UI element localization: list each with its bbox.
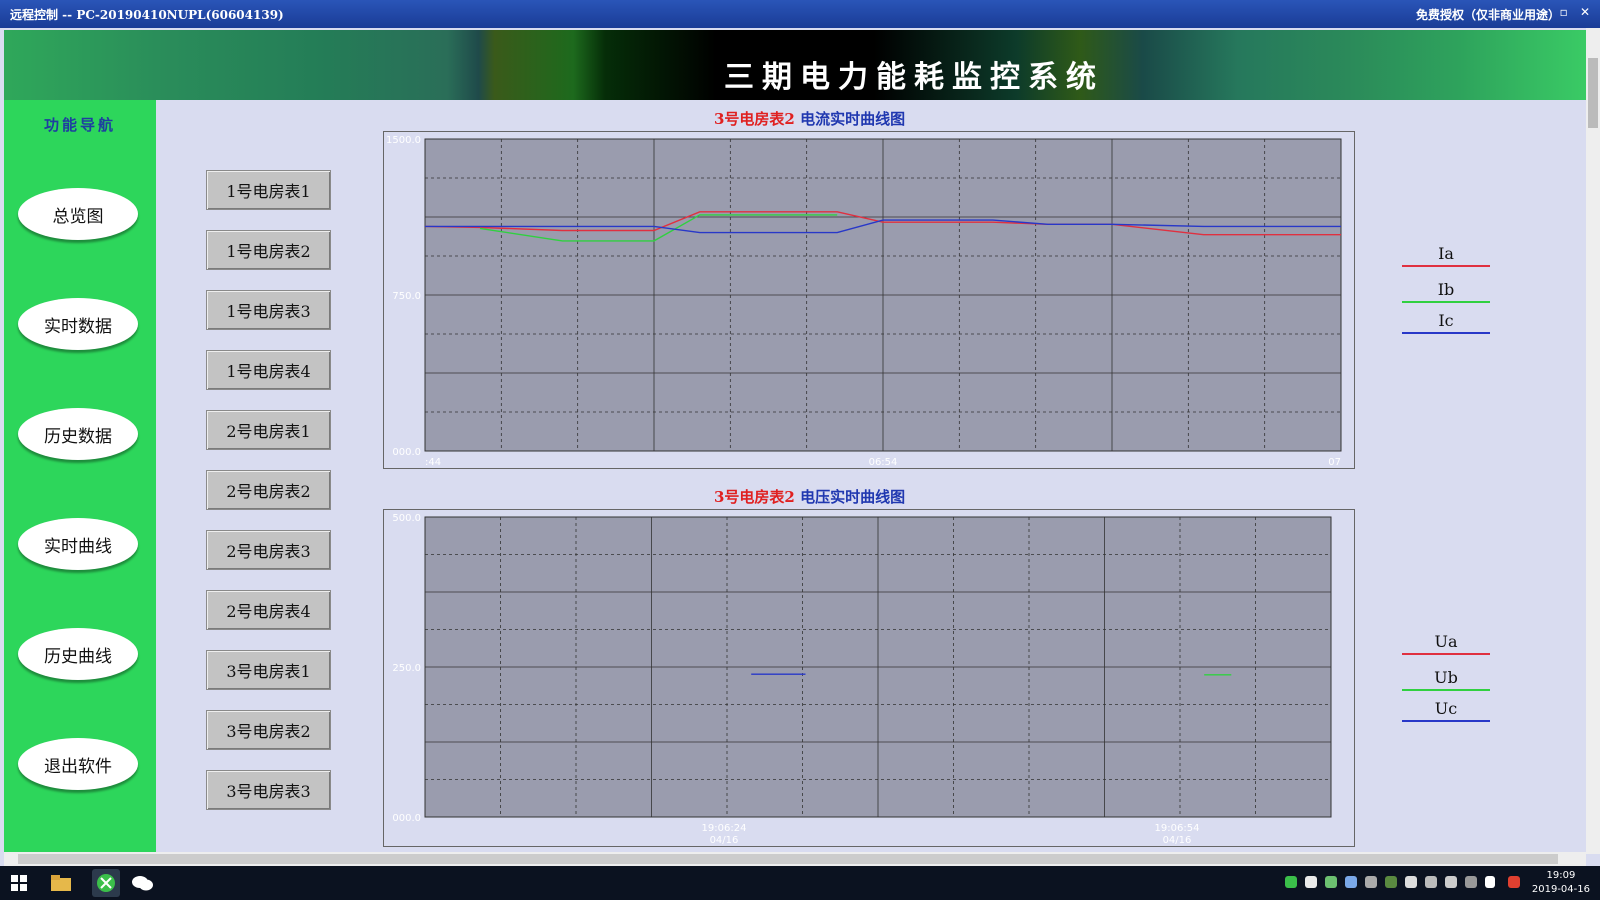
voltage-chart-title: 3号电房表2 电压实时曲线图 (714, 486, 905, 507)
y-tick-label: 750.0 (392, 291, 421, 302)
nav-sidebar: 功能导航 总览图 实时数据 历史数据 实时曲线 历史曲线 退出软件 (4, 100, 156, 852)
legend-ia-label: Ia (1438, 244, 1454, 263)
x-tick-label: 06:54 (869, 457, 898, 468)
legend-ua: Ua (1402, 632, 1490, 655)
vertical-scrollbar[interactable] (1586, 28, 1600, 854)
nav-realtime-data-button[interactable]: 实时数据 (18, 298, 138, 350)
tray-keyboard-icon[interactable] (1445, 876, 1457, 888)
legend-ic: Ic (1402, 311, 1490, 334)
x-tick-label: 04/16 (710, 835, 739, 846)
y-tick-label: 000.0 (392, 447, 421, 458)
nav-overview-button[interactable]: 总览图 (18, 188, 138, 240)
y-tick-label: 500.0 (392, 513, 421, 524)
nav-history-curve-button[interactable]: 历史曲线 (18, 628, 138, 680)
voltage-chart-title-meter: 3号电房表2 (714, 488, 795, 506)
legend-ua-label: Ua (1434, 632, 1458, 651)
x-tick-label: 07 (1328, 457, 1341, 468)
tray-battery-icon[interactable] (1385, 876, 1397, 888)
current-chart-panel: 1500.0 750.0 000.0 :44 06:54 07 (383, 131, 1355, 469)
legend-ic-swatch (1402, 332, 1490, 334)
x-tick-label: :44 (425, 457, 441, 468)
tray-wifi-icon[interactable] (1365, 876, 1377, 888)
meter-button-3-1[interactable]: 3号电房表1 (206, 650, 331, 690)
file-explorer-icon[interactable] (50, 872, 72, 894)
meter-button-3-2[interactable]: 3号电房表2 (206, 710, 331, 750)
meter-button-2-3[interactable]: 2号电房表3 (206, 530, 331, 570)
y-tick-label: 250.0 (392, 663, 421, 674)
meter-button-1-4[interactable]: 1号电房表4 (206, 350, 331, 390)
tray-sogou-icon[interactable] (1508, 876, 1520, 888)
nav-realtime-curve-button[interactable]: 实时曲线 (18, 518, 138, 570)
current-chart-title: 3号电房表2 电流实时曲线图 (714, 108, 905, 129)
tray-app-icon[interactable] (1285, 876, 1297, 888)
tray-cloud-icon[interactable] (1425, 876, 1437, 888)
meter-button-1-1[interactable]: 1号电房表1 (206, 170, 331, 210)
tray-settings-icon[interactable] (1405, 876, 1417, 888)
meter-button-1-2[interactable]: 1号电房表2 (206, 230, 331, 270)
legend-ub-swatch (1402, 689, 1490, 691)
remote-control-app-icon[interactable] (92, 869, 120, 897)
header-banner: 三期电力能耗监控系统 (4, 30, 1586, 100)
x-tick-label: 04/16 (1163, 835, 1192, 846)
x-tick-label: 19:06:54 (1155, 823, 1200, 834)
legend-uc: Uc (1402, 699, 1490, 722)
legend-ib-label: Ib (1437, 280, 1455, 299)
meter-button-2-4[interactable]: 2号电房表4 (206, 590, 331, 630)
meter-button-2-1[interactable]: 2号电房表1 (206, 410, 331, 450)
clock-time: 19:09 (1546, 870, 1576, 881)
y-tick-label: 000.0 (392, 813, 421, 824)
horizontal-scroll-thumb[interactable] (18, 854, 1558, 864)
legend-ub-label: Ub (1434, 668, 1458, 687)
tray-ime-icon[interactable] (1485, 876, 1495, 888)
horizontal-scrollbar[interactable] (4, 852, 1586, 866)
meter-button-3-3[interactable]: 3号电房表3 (206, 770, 331, 810)
tray-network-icon[interactable] (1345, 876, 1357, 888)
meter-button-2-2[interactable]: 2号电房表2 (206, 470, 331, 510)
clock-date: 2019-04-16 (1531, 884, 1590, 895)
nav-exit-button[interactable]: 退出软件 (18, 738, 138, 790)
meter-button-1-3[interactable]: 1号电房表3 (206, 290, 331, 330)
legend-ia: Ia (1402, 244, 1490, 267)
window-controls[interactable]: – ▫ ✕ (1541, 5, 1594, 19)
wechat-icon[interactable] (132, 872, 154, 894)
tray-shield-icon[interactable] (1325, 876, 1337, 888)
license-label: 免费授权（仅非商业用途） (1415, 8, 1560, 22)
current-chart: 1500.0 750.0 000.0 :44 06:54 07 (386, 135, 1342, 468)
vertical-scroll-thumb[interactable] (1588, 58, 1598, 128)
system-title: 三期电力能耗监控系统 (724, 60, 1104, 95)
window-titlebar: 远程控制 -- PC-20190410NUPL(60604139) 免费授权（仅… (0, 0, 1600, 28)
tray-volume-icon[interactable] (1465, 876, 1477, 888)
x-tick-label: 19:06:24 (702, 823, 747, 834)
nav-history-data-button[interactable]: 历史数据 (18, 408, 138, 460)
voltage-chart-panel: 500.0 250.0 000.0 19:06:24 04/16 19:06:54 04/1… (383, 509, 1355, 847)
legend-uc-swatch (1402, 720, 1490, 722)
current-chart-title-meter: 3号电房表2 (714, 110, 795, 128)
nav-title: 功能导航 (43, 116, 116, 134)
start-windows-icon[interactable] (8, 872, 30, 894)
tray-wechat-icon[interactable] (1305, 876, 1317, 888)
voltage-chart: 500.0250.0000.019:06:2404/1619:06:5404/1… (392, 513, 1332, 846)
current-chart-title-text: 电流实时曲线图 (794, 110, 906, 128)
legend-ia-swatch (1402, 265, 1490, 267)
legend-uc-label: Uc (1434, 699, 1458, 718)
legend-ic-label: Ic (1438, 311, 1454, 330)
legend-ua-swatch (1402, 653, 1490, 655)
legend-ub: Ub (1402, 668, 1490, 691)
taskbar: 19:09 2019-04-16 (0, 866, 1600, 900)
taskbar-clock[interactable]: 19:09 2019-04-16 (1532, 869, 1590, 897)
y-tick-label: 1500.0 (386, 135, 421, 146)
window-title: 远程控制 -- PC-20190410NUPL(60604139) (10, 8, 284, 22)
legend-ib: Ib (1402, 280, 1490, 303)
legend-ib-swatch (1402, 301, 1490, 303)
voltage-chart-title-text: 电压实时曲线图 (794, 488, 906, 506)
